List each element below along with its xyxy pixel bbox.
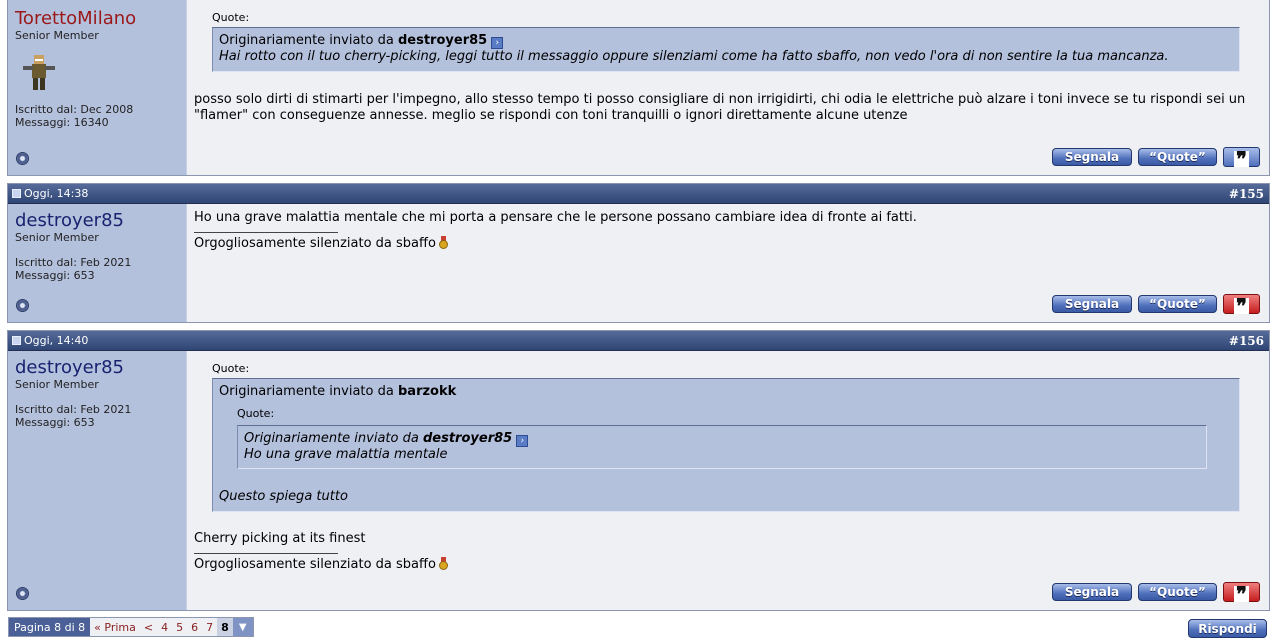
quote-label: Quote: [212,11,250,24]
multiquote-button[interactable]: ❞ [1223,582,1260,606]
reply-button[interactable]: Rispondi [1188,619,1267,638]
post-date: Oggi, 14:40 [24,334,89,347]
post-icon [12,336,21,345]
username-link[interactable]: destroyer85 [15,358,179,378]
quote-prefix: Originariamente inviato da [219,384,394,399]
signature: Orgogliosamente silenziato da sbaffo [194,557,1262,573]
signature: Orgogliosamente silenziato da sbaffo [194,236,1262,252]
post-icon [12,189,21,198]
multiquote-icon: ❞ [1234,294,1249,318]
quote-button[interactable]: “Quote” [1138,295,1217,313]
user-info: destroyer85 Senior Member Iscritto dal: … [8,351,187,610]
post-number-link[interactable]: #156 [1229,334,1264,348]
user-info: TorettoMilano Senior Member Iscritto dal… [8,0,187,175]
message-count: Messaggi: 653 [15,416,95,429]
page-jump-dropdown-icon[interactable]: ▼ [232,618,253,636]
page-link-6[interactable]: 6 [187,618,203,636]
username-link[interactable]: destroyer85 [15,211,179,231]
avatar [19,51,59,93]
page-link-5[interactable]: 5 [172,618,188,636]
post-155: Oggi, 14:38 #155 destroyer85 Senior Memb… [7,183,1270,323]
signature-divider [194,553,338,554]
quote-prefix: Originariamente inviato da [219,33,394,48]
view-post-icon[interactable]: › [491,37,504,49]
signature-text: Orgogliosamente silenziato da sbaffo [194,557,436,572]
nested-quote-text: Ho una grave malattia mentale [244,447,448,462]
post-date: Oggi, 14:38 [24,187,89,200]
prev-page-link[interactable]: < [139,618,158,636]
quote-label: Quote: [212,362,250,375]
post-message: Ho una grave malattia mentale che mi por… [194,210,917,225]
quote-text: Hai rotto con il tuo cherry-picking, leg… [219,49,1169,64]
post-number-link[interactable]: #155 [1229,187,1264,201]
post-154: TorettoMilano Senior Member Iscritto dal… [7,0,1270,176]
report-button[interactable]: Segnala [1052,583,1132,601]
offline-status-icon [16,587,29,600]
quote-box: Originariamente inviato da barzokk Quote… [212,378,1240,512]
report-button[interactable]: Segnala [1052,295,1132,313]
nested-quote-label: Quote: [237,407,275,420]
user-title: Senior Member [15,231,99,244]
signature-divider [194,232,338,233]
medal-icon [438,236,448,249]
medal-icon [438,557,448,570]
offline-status-icon [16,152,29,165]
page-link-4[interactable]: 4 [157,618,173,636]
message-count: Messaggi: 653 [15,269,95,282]
quote-text: Questo spiega tutto [219,489,348,504]
username-link[interactable]: TorettoMilano [15,9,179,29]
post-message: posso solo dirti di stimarti per l'impeg… [194,92,1246,123]
view-post-icon[interactable]: › [516,435,529,447]
message-count: Messaggi: 16340 [15,116,109,129]
multiquote-icon: ❞ [1234,582,1249,606]
quote-button[interactable]: “Quote” [1138,583,1217,601]
join-date: Iscritto dal: Feb 2021 [15,403,132,416]
post-156: Oggi, 14:40 #156 destroyer85 Senior Memb… [7,330,1270,611]
post-actions: Segnala “Quote” ❞ [1052,147,1260,171]
multiquote-button[interactable]: ❞ [1223,147,1260,171]
first-page-link[interactable]: « Prima [90,618,140,636]
multiquote-icon: ❞ [1234,147,1249,171]
page-link-7[interactable]: 7 [202,618,218,636]
user-info: destroyer85 Senior Member Iscritto dal: … [8,204,187,322]
post-content: Quote: Originariamente inviato da destro… [187,0,1269,175]
join-date: Iscritto dal: Dec 2008 [15,103,134,116]
post-actions: Segnala “Quote” ❞ [1052,294,1260,318]
post-actions: Segnala “Quote” ❞ [1052,582,1260,606]
post-message: Cherry picking at its finest [194,531,366,546]
nested-quote-box: Originariamente inviato da destroyer85 ›… [237,425,1207,469]
report-button[interactable]: Segnala [1052,148,1132,166]
nested-quote-prefix: Originariamente inviato da [244,431,419,446]
pagination: Pagina 8 di 8 « Prima < 4 5 6 7 8 ▼ [8,617,254,637]
post-header: Oggi, 14:40 #156 [8,331,1269,351]
quote-button[interactable]: “Quote” [1138,148,1217,166]
nested-quote-author: destroyer85 [422,431,513,446]
user-title: Senior Member [15,378,99,391]
page-info: Pagina 8 di 8 [9,618,91,636]
quote-box: Originariamente inviato da destroyer85 ›… [212,27,1240,72]
signature-text: Orgogliosamente silenziato da sbaffo [194,236,436,251]
quote-author: barzokk [397,384,457,399]
quote-author: destroyer85 [397,33,488,48]
user-title: Senior Member [15,29,99,42]
post-content: Quote: Originariamente inviato da barzok… [187,351,1269,610]
current-page: 8 [217,618,233,636]
join-date: Iscritto dal: Feb 2021 [15,256,132,269]
post-content: Ho una grave malattia mentale che mi por… [187,204,1269,322]
post-header: Oggi, 14:38 #155 [8,184,1269,204]
offline-status-icon [16,299,29,312]
multiquote-button[interactable]: ❞ [1223,294,1260,318]
